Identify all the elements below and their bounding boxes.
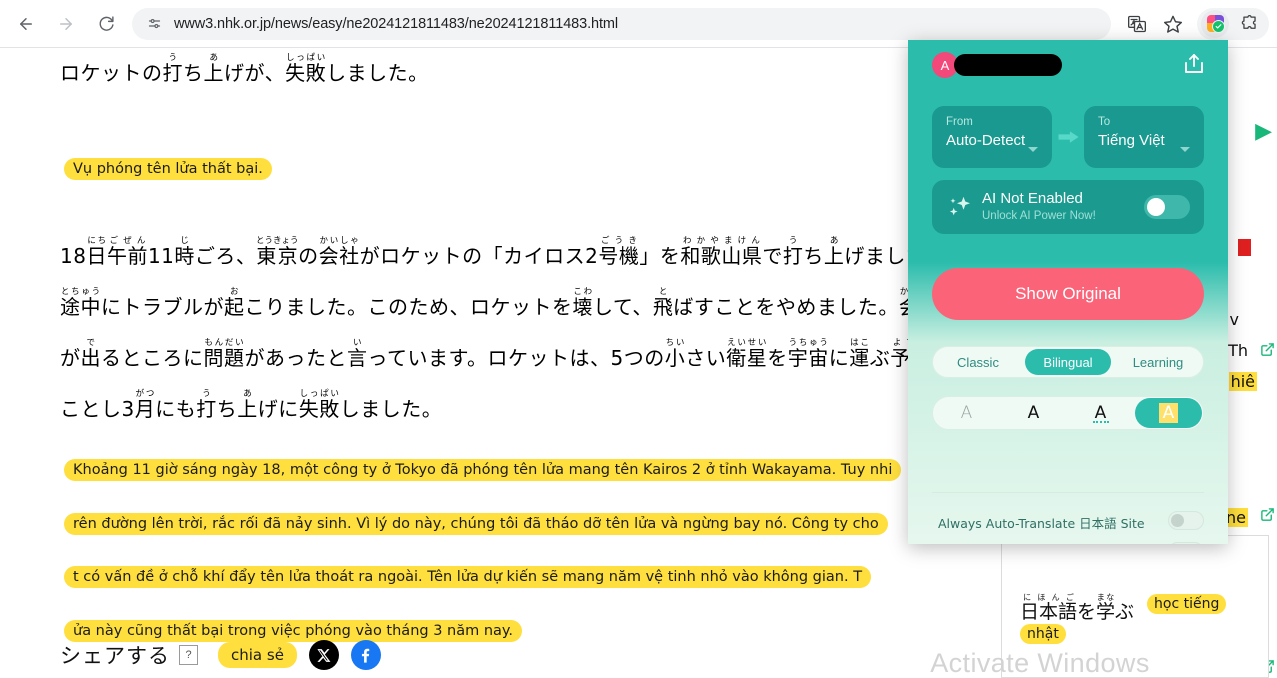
sparkle-icon <box>946 193 974 221</box>
ai-subtitle: Unlock AI Power Now! <box>982 210 1096 222</box>
chevron-down-icon <box>1180 147 1190 152</box>
target-language-select[interactable]: To Tiếng Việt <box>1084 106 1204 168</box>
option-always-label: Always Auto-Translate 日本語 Site <box>938 516 1145 531</box>
vietnamese-translation-line: ửa này cũng thất bại trong việc phóng và… <box>64 620 523 642</box>
option-never-auto-translate[interactable]: Never Auto-Translate This Site <box>932 542 1204 544</box>
ai-toggle[interactable] <box>1144 195 1190 219</box>
divider <box>932 492 1204 493</box>
source-language-select[interactable]: From Auto-Detect <box>932 106 1052 168</box>
translator-extension-icon <box>1206 15 1225 33</box>
account-name-redacted <box>954 54 1062 76</box>
x-twitter-share-button[interactable] <box>308 640 339 670</box>
google-translate-icon[interactable] <box>1122 9 1152 39</box>
card-japanese-title: 日本語にほんごを学まなぶ <box>1020 593 1135 623</box>
vietnamese-translation-line: Khoảng 11 giờ sáng ngày 18, một công ty … <box>64 459 902 481</box>
share-label-japanese: シェアする <box>60 644 170 668</box>
always-auto-translate-toggle[interactable] <box>1168 511 1204 530</box>
share-row: シェアする ? chia sẻ <box>60 640 381 670</box>
show-original-button[interactable]: Show Original <box>932 268 1204 320</box>
back-arrow-icon <box>20 17 32 30</box>
facebook-icon <box>362 648 370 663</box>
vietnamese-translation-line: Vụ phóng tên lửa thất bại. <box>64 158 272 180</box>
tab-learning[interactable]: Learning <box>1115 349 1201 375</box>
share-export-icon[interactable] <box>1182 52 1206 76</box>
card-vietnamese-title-line2: nhật <box>1020 624 1066 644</box>
dotted-underline-icon <box>1092 421 1109 423</box>
mode-tab-group: Classic Bilingual Learning <box>932 346 1204 378</box>
japanese-paragraph-line: ロケットの打うち上あげが、失敗しっぱいしました。 <box>60 53 429 85</box>
style-plain-light-option[interactable]: A <box>933 398 1000 428</box>
share-label-vietnamese: chia sẻ <box>218 642 297 668</box>
vietnamese-translation-line: rên đường lên trời, rắc rối đã nảy sinh.… <box>64 513 888 535</box>
ai-feature-card[interactable]: AI Not Enabled Unlock AI Power Now! <box>932 180 1204 234</box>
tab-bilingual[interactable]: Bilingual <box>1025 349 1111 375</box>
popup-header: A <box>908 40 1228 90</box>
translator-extension-popup: A From Auto-Detect To Tiếng Việt AI Not … <box>908 40 1228 544</box>
check-badge-icon <box>1211 20 1225 33</box>
puzzle-piece-icon[interactable] <box>1234 9 1264 39</box>
address-bar[interactable]: www3.nhk.or.jp/news/easy/ne2024121811483… <box>132 7 1111 40</box>
side-text-v: v <box>1229 310 1239 329</box>
language-selector-row: From Auto-Detect To Tiếng Việt <box>908 106 1228 168</box>
chevron-down-icon <box>1028 147 1038 152</box>
to-value: Tiếng Việt <box>1098 132 1165 149</box>
facebook-share-button[interactable] <box>350 640 381 670</box>
translator-extension-button[interactable] <box>1201 9 1229 38</box>
option-always-auto-translate[interactable]: Always Auto-Translate 日本語 Site <box>932 511 1204 535</box>
from-label: From <box>946 116 973 128</box>
side-text-th: Th <box>1228 341 1248 360</box>
forward-button[interactable] <box>50 8 82 40</box>
reload-button[interactable] <box>90 8 122 40</box>
play-icon[interactable]: ▶ <box>1255 119 1272 144</box>
style-highlight-label: A <box>1158 403 1179 423</box>
tab-classic[interactable]: Classic <box>935 349 1021 375</box>
never-auto-translate-toggle[interactable] <box>1168 542 1204 544</box>
extensions-group <box>1197 7 1269 40</box>
x-twitter-icon <box>317 648 331 662</box>
external-link-icon[interactable] <box>1260 507 1275 522</box>
url-text: www3.nhk.or.jp/news/easy/ne2024121811483… <box>174 15 619 32</box>
style-bold-option[interactable]: A <box>1000 398 1067 428</box>
back-button[interactable] <box>10 8 42 40</box>
site-settings-icon[interactable] <box>144 14 164 34</box>
share-help-icon[interactable]: ? <box>179 645 198 665</box>
related-article-card[interactable]: 日本語にほんごを学まなぶ học tiếng nhật <box>1001 535 1269 678</box>
card-vietnamese-title-line1: học tiếng <box>1147 594 1227 614</box>
arrow-right-icon <box>1058 130 1080 144</box>
text-style-selector: A A A A <box>932 396 1204 430</box>
ai-title: AI Not Enabled <box>982 190 1083 207</box>
external-link-icon[interactable] <box>1260 342 1275 357</box>
to-label: To <box>1098 116 1111 128</box>
from-value: Auto-Detect <box>946 132 1026 149</box>
style-dotted-label: A <box>1094 403 1107 423</box>
japanese-paragraph-line: ことし3月がつにも打うち上あげに失敗しっぱいしました。 <box>60 389 443 421</box>
reload-icon <box>99 16 114 31</box>
side-text-hie: hiê <box>1228 372 1257 391</box>
style-dotted-underline-option[interactable]: A <box>1067 398 1134 428</box>
vietnamese-translation-line: t có vấn đề ở chỗ khí đẩy tên lửa thoát … <box>64 566 872 588</box>
forward-arrow-icon <box>60 17 72 30</box>
red-marker <box>1238 239 1251 256</box>
bookmark-star-icon[interactable] <box>1158 9 1188 39</box>
style-highlight-option[interactable]: A <box>1135 398 1202 428</box>
